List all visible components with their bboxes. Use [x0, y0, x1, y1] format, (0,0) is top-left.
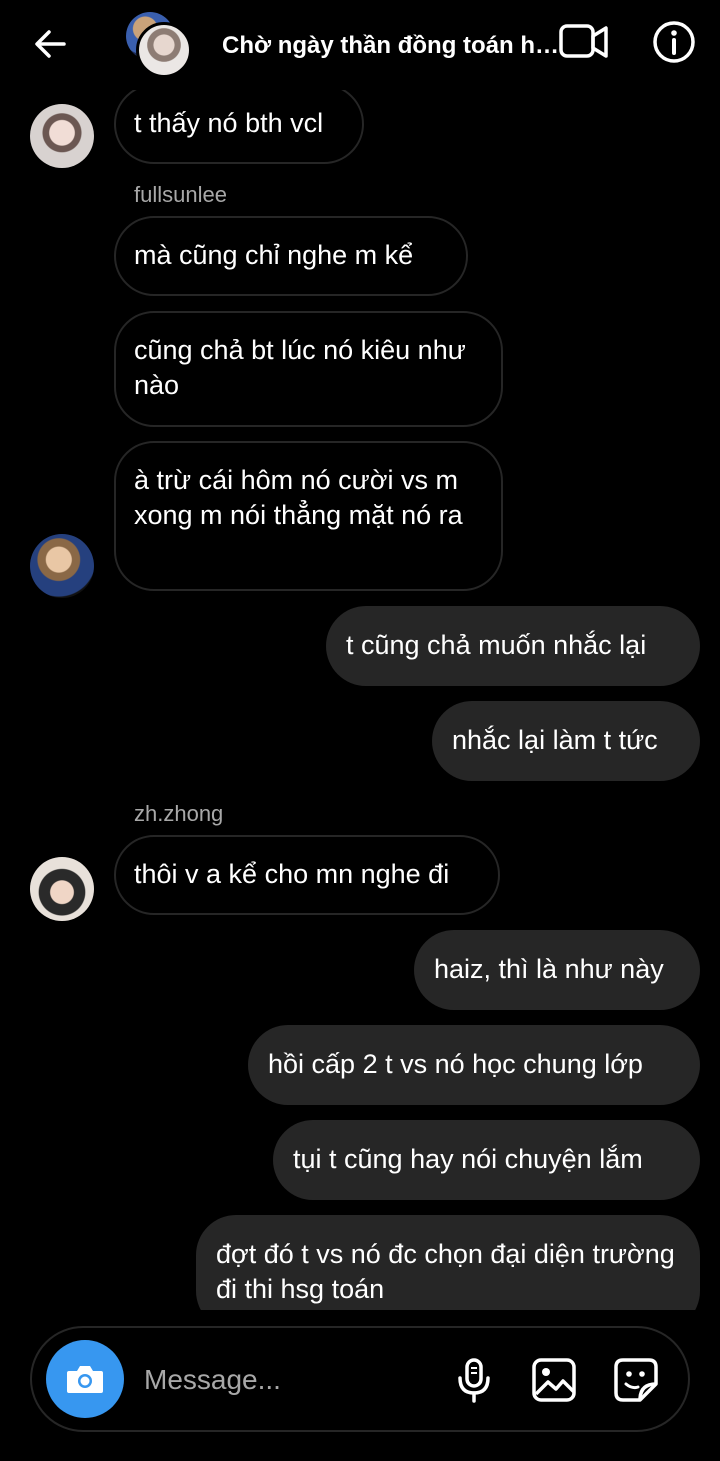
info-button[interactable]: [650, 18, 698, 66]
outgoing-message[interactable]: tụi t cũng hay nói chuyện lắm: [273, 1120, 700, 1200]
outgoing-message[interactable]: đợt đó t vs nó đc chọn đại diện trường đ…: [196, 1215, 700, 1310]
outgoing-message[interactable]: haiz, thì là như này: [414, 930, 700, 1010]
outgoing-message[interactable]: t cũng chả muốn nhắc lại: [326, 606, 700, 686]
incoming-message[interactable]: thôi v a kể cho mn nghe đi: [114, 835, 500, 915]
message-text: đợt đó t vs nó đc chọn đại diện trường đ…: [216, 1239, 675, 1304]
message-text: hồi cấp 2 t vs nó học chung lớp: [268, 1049, 643, 1079]
sender-avatar[interactable]: [30, 857, 94, 921]
chat-header: Chờ ngày thần đồng toán h…: [0, 0, 720, 90]
microphone-icon: [458, 1358, 490, 1403]
message-input[interactable]: [144, 1358, 434, 1402]
incoming-message[interactable]: mà cũng chỉ nghe m kể: [114, 216, 468, 296]
gallery-button[interactable]: [530, 1356, 578, 1404]
message-text: mà cũng chỉ nghe m kể: [134, 240, 414, 270]
chat-title[interactable]: Chờ ngày thần đồng toán h…: [222, 30, 560, 62]
message-text: t cũng chả muốn nhắc lại: [346, 630, 647, 660]
camera-icon: [67, 1366, 103, 1393]
arrow-left-icon: [35, 30, 66, 58]
image-icon: [532, 1358, 576, 1402]
sender-name: fullsunlee: [134, 182, 227, 207]
message-text: cũng chả bt lúc nó kiêu như nào: [134, 335, 466, 400]
incoming-message[interactable]: à trừ cái hôm nó cười vs m xong m nói th…: [114, 441, 503, 591]
group-avatar[interactable]: [136, 22, 192, 78]
camera-button[interactable]: [46, 1340, 124, 1418]
info-icon: [653, 21, 695, 63]
incoming-message[interactable]: t thấy nó bth vcl: [114, 84, 364, 164]
message-text: à trừ cái hôm nó cười vs m xong m nói th…: [134, 465, 463, 530]
voice-message-button[interactable]: [450, 1356, 498, 1404]
sticker-button[interactable]: [612, 1356, 660, 1404]
outgoing-message[interactable]: hồi cấp 2 t vs nó học chung lớp: [248, 1025, 700, 1105]
video-call-button[interactable]: [558, 20, 610, 64]
sticker-icon: [614, 1358, 658, 1402]
message-text: thôi v a kể cho mn nghe đi: [134, 859, 450, 889]
outgoing-message[interactable]: nhắc lại làm t tức: [432, 701, 700, 781]
sender-avatar[interactable]: [30, 534, 94, 598]
sender-name: zh.zhong: [134, 801, 224, 826]
back-button[interactable]: [30, 24, 70, 64]
incoming-message[interactable]: cũng chả bt lúc nó kiêu như nào: [114, 311, 503, 427]
message-text: nhắc lại làm t tức: [452, 725, 658, 755]
message-text: haiz, thì là như này: [434, 954, 664, 984]
sender-avatar[interactable]: [30, 104, 94, 168]
message-text: t thấy nó bth vcl: [134, 108, 324, 138]
message-list: t thấy nó bth vcl fullsunlee mà cũng chỉ…: [0, 0, 720, 1310]
message-text: tụi t cũng hay nói chuyện lắm: [293, 1144, 643, 1174]
message-composer: [30, 1326, 690, 1432]
video-camera-icon: [559, 24, 608, 58]
